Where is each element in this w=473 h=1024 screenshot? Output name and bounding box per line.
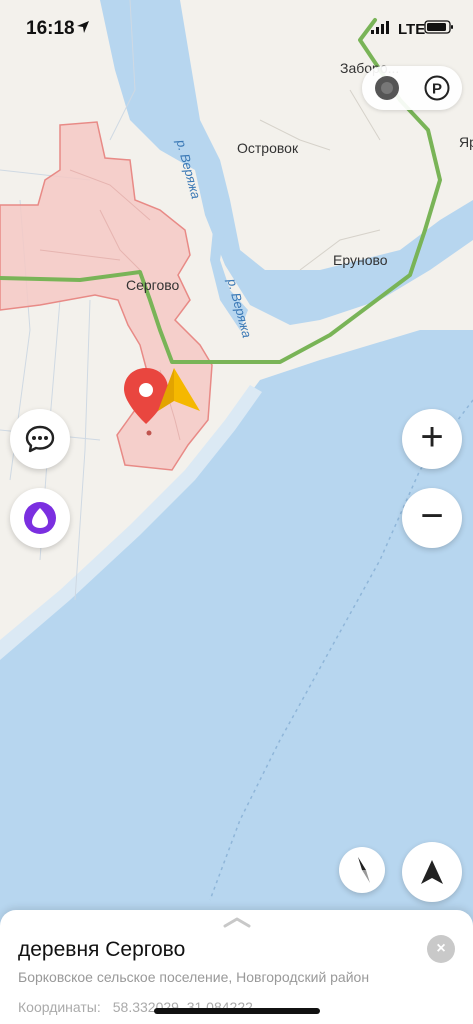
sheet-handle-chevron-icon[interactable]	[222, 916, 252, 928]
parking-label: P	[432, 81, 442, 98]
alice-icon	[24, 502, 56, 534]
place-card[interactable]: деревня Сергово Борковское сельское посе…	[0, 910, 473, 1024]
current-position-arrow-icon	[158, 368, 200, 411]
map-options-pill: P	[362, 66, 462, 110]
close-card-button[interactable]: ×	[427, 935, 455, 963]
alice-voice-button[interactable]	[10, 488, 70, 548]
close-icon: ×	[436, 940, 446, 957]
status-time: 16:18	[26, 18, 75, 39]
traffic-layer-button[interactable]	[362, 66, 412, 110]
zoom-in-button[interactable]: +	[402, 409, 462, 469]
chat-icon	[25, 425, 55, 453]
home-indicator	[154, 1008, 320, 1014]
status-bar: 16:18 LTE	[0, 0, 473, 58]
map-label-yar: Яр	[459, 134, 473, 150]
parking-button[interactable]: P	[412, 66, 462, 110]
compass-icon	[358, 857, 370, 883]
signal-strength-icon	[371, 21, 389, 34]
place-title: деревня Сергово	[18, 938, 186, 961]
map-label-erunovo: Еруново	[333, 252, 388, 268]
zoom-out-button[interactable]: −	[402, 488, 462, 548]
compass-button[interactable]	[339, 847, 385, 893]
location-services-icon	[77, 21, 89, 33]
map-label-ostrovok: Островок	[237, 140, 299, 156]
network-type: LTE	[398, 21, 426, 38]
zoom-out-label: −	[420, 494, 444, 538]
battery-icon	[424, 20, 453, 34]
place-subtitle: Борковское сельское поселение, Новгородс…	[18, 969, 370, 985]
navigation-arrow-icon	[421, 860, 443, 884]
coordinates-label: Координаты:	[18, 999, 101, 1015]
zoom-in-label: +	[420, 415, 444, 459]
parking-icon: P	[424, 75, 450, 101]
my-location-button[interactable]	[402, 842, 462, 902]
traffic-layer-icon	[375, 76, 399, 100]
chat-button[interactable]	[10, 409, 70, 469]
map-label-sergovo: Сергово	[126, 277, 180, 293]
